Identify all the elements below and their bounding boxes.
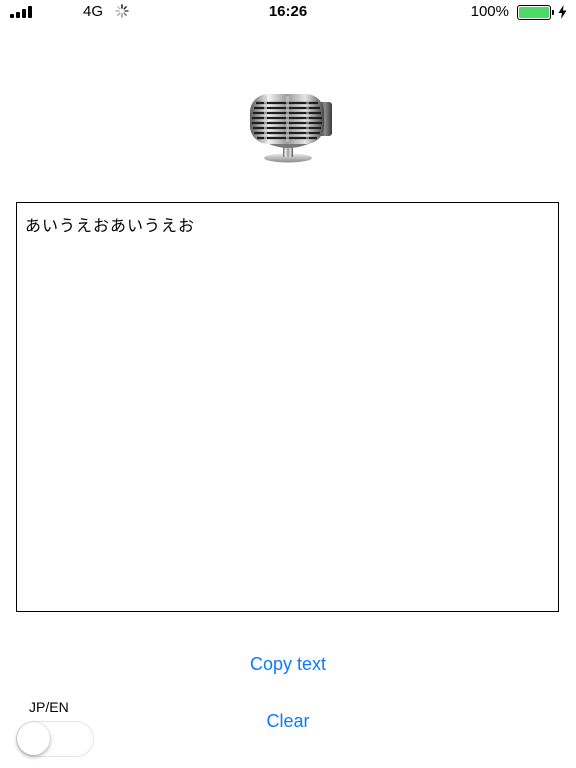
charging-bolt-icon (558, 5, 567, 19)
copy-text-button[interactable]: Copy text (0, 654, 576, 675)
language-toggle-switch[interactable] (16, 721, 94, 757)
toggle-knob (17, 722, 50, 755)
battery-percentage: 100% (470, 3, 509, 20)
transcript-text: あいうえおあいうえお (25, 216, 196, 235)
microphone-icon (250, 94, 332, 163)
transcript-textarea[interactable]: あいうえおあいうえお (16, 202, 559, 612)
battery-fill (519, 7, 549, 18)
status-bar: 4G 16:26 100% (0, 0, 576, 26)
battery-icon (517, 5, 554, 20)
language-toggle-label: JP/EN (29, 699, 69, 715)
